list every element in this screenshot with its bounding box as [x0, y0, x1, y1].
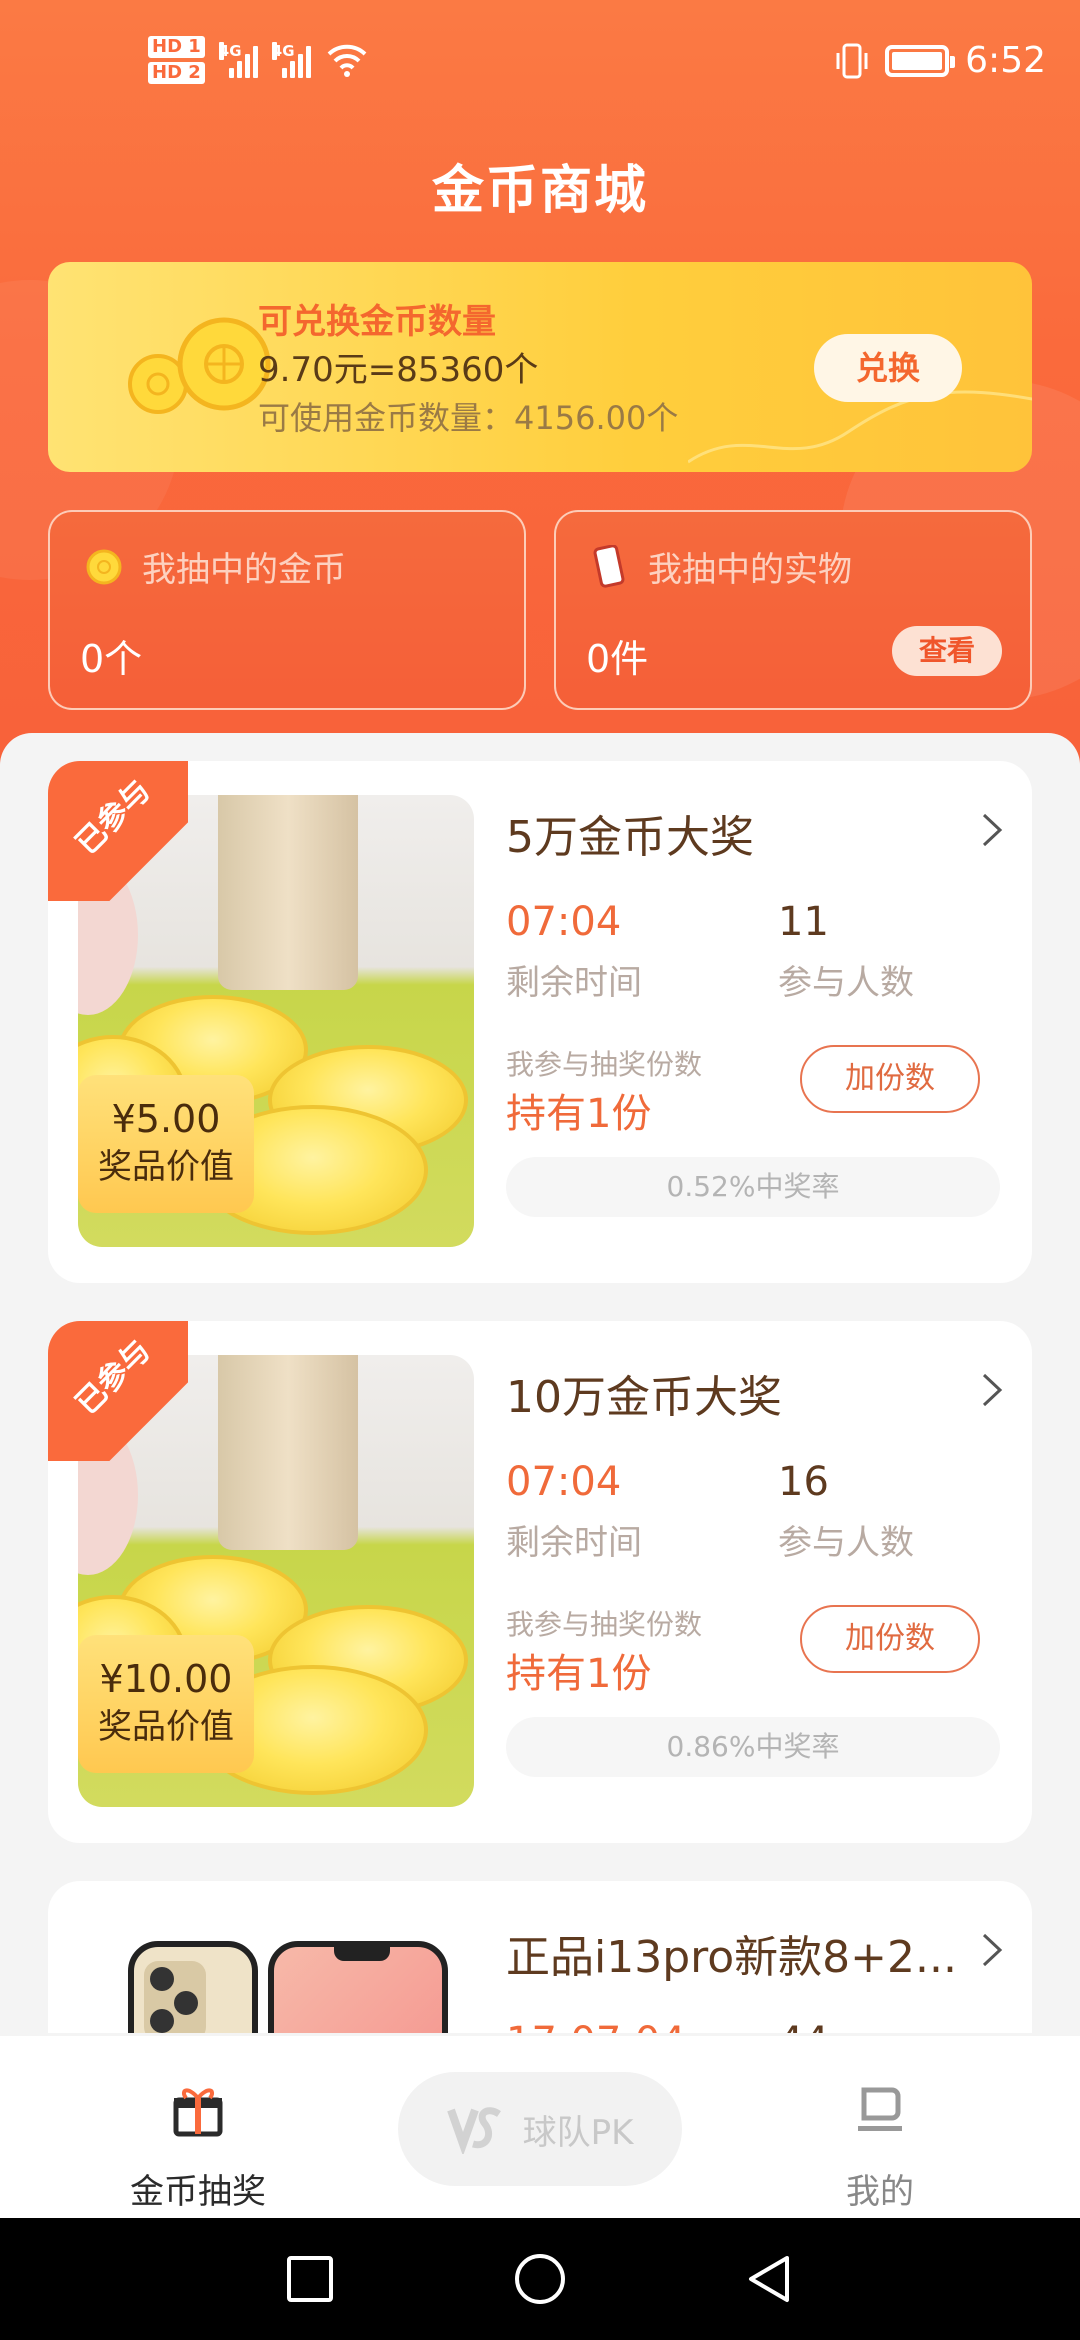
my-entries: 持有1份: [506, 1651, 652, 1697]
hd1-label: HD 1: [148, 36, 205, 58]
chevron-right-icon: [982, 813, 1003, 847]
participant-count: 44: [778, 2019, 829, 2033]
recent-apps-icon[interactable]: [283, 2252, 337, 2306]
prize-title: 正品i13pro新款8+2...: [506, 1932, 957, 1983]
add-entries-button[interactable]: 加份数: [800, 1045, 980, 1113]
tab-lottery-label: 金币抽奖: [130, 2172, 266, 2212]
tab-mine-label: 我的: [846, 2172, 914, 2212]
profile-icon: [858, 2087, 902, 2131]
signal-icon: 4G: [218, 42, 258, 78]
hero-header: HD 1 HD 2 4G 4G 6:52 金币商城 可兑换金币数量 9.70元=…: [0, 0, 1080, 780]
exchange-rate: 9.70元=85360个: [258, 350, 539, 390]
wifi-icon: [327, 42, 367, 78]
my-entries-label: 我参与抽奖份数: [506, 1608, 703, 1641]
add-entries-button[interactable]: 加份数: [800, 1605, 980, 1673]
win-rate: 0.86%中奖率: [506, 1717, 1000, 1777]
vibrate-icon: [836, 43, 868, 78]
network-label: 4G: [271, 42, 295, 60]
prize-title: 10万金币大奖: [506, 1372, 782, 1423]
my-entries-label: 我参与抽奖份数: [506, 1048, 703, 1081]
time-remaining: 07:04: [506, 1459, 622, 1505]
coin-exchange-card: 可兑换金币数量 9.70元=85360个 可使用金币数量：4156.00个 兑换: [48, 262, 1032, 472]
chevron-right-icon: [982, 1373, 1003, 1407]
prize-card[interactable]: 正品i13pro新款8+2... 17:07:04 44: [48, 1881, 1032, 2033]
time-remaining: 07:04: [506, 899, 622, 945]
participated-badge: 已参与: [48, 761, 188, 901]
tab-lottery[interactable]: 金币抽奖: [68, 2036, 328, 2218]
prize-value: ¥10.00: [99, 1657, 233, 1701]
hd2-label: HD 2: [148, 62, 205, 84]
bottom-tab-bar: 金币抽奖 球队PK 我的: [0, 2036, 1080, 2218]
prize-title: 5万金币大奖: [506, 812, 754, 863]
status-bar: HD 1 HD 2 4G 4G 6:52: [0, 0, 1080, 130]
hd-indicators: HD 1 HD 2: [148, 36, 205, 84]
participant-count: 16: [778, 1459, 829, 1505]
chevron-right-icon: [982, 1933, 1003, 1967]
coin-card-title: 可兑换金币数量: [258, 302, 496, 342]
time-remaining: 17:07:04: [506, 2019, 686, 2033]
coin-icon: [86, 549, 122, 584]
my-entries: 持有1份: [506, 1091, 652, 1137]
participant-count-label: 参与人数: [778, 1523, 914, 1563]
participated-badge: 已参与: [48, 1321, 188, 1461]
participant-count: 11: [778, 899, 829, 945]
vs-icon: [446, 2107, 501, 2154]
view-button[interactable]: 查看: [892, 626, 1002, 676]
exchange-button[interactable]: 兑换: [814, 334, 962, 402]
status-left: HD 1 HD 2 4G 4G: [148, 36, 367, 84]
prize-phone-front: [268, 1941, 448, 2033]
time-remaining-label: 剩余时间: [506, 963, 642, 1003]
won-items-header: 我抽中的实物: [592, 542, 852, 591]
prize-card[interactable]: 已参与 ¥5.00 奖品价值 5万金币大奖 07:04 剩余时间 11 参与人数…: [48, 761, 1032, 1283]
network-label: 4G: [218, 42, 242, 60]
won-coins-card[interactable]: 我抽中的金币 0个: [48, 510, 526, 710]
battery-icon: [885, 44, 956, 77]
team-pk-label: 球队PK: [522, 2112, 634, 2153]
prize-card[interactable]: 已参与 ¥10.00 奖品价值 10万金币大奖 07:04 剩余时间 16 参与…: [48, 1321, 1032, 1843]
prize-value-tag: ¥5.00 奖品价值: [78, 1075, 254, 1213]
back-icon[interactable]: [743, 2252, 797, 2306]
prize-value-tag: ¥10.00 奖品价值: [78, 1635, 254, 1773]
phone-icon: [593, 544, 625, 588]
page-title: 金币商城: [431, 161, 648, 221]
won-coins-header: 我抽中的金币: [86, 542, 346, 591]
prize-value-label: 奖品价值: [98, 1707, 234, 1747]
tab-mine[interactable]: 我的: [750, 2036, 1010, 2218]
system-nav-bar: [0, 2218, 1080, 2340]
coins-icon: [128, 317, 271, 414]
prize-shape: [218, 795, 358, 990]
win-rate: 0.52%中奖率: [506, 1157, 1000, 1217]
coin-texts: 可兑换金币数量 9.70元=85360个 可使用金币数量：4156.00个: [258, 298, 678, 442]
prize-phone-back: [128, 1941, 258, 2033]
won-items-label: 我抽中的实物: [648, 550, 852, 590]
prize-value-label: 奖品价值: [98, 1147, 234, 1187]
signal-icon: 4G: [271, 42, 311, 78]
prize-shape: [218, 1355, 358, 1550]
time-remaining-label: 剩余时间: [506, 1523, 642, 1563]
gift-icon: [173, 2088, 223, 2137]
home-icon[interactable]: [513, 2252, 567, 2306]
status-right: 6:52: [835, 40, 1046, 81]
won-coins-label: 我抽中的金币: [142, 550, 346, 590]
prize-list: 已参与 ¥5.00 奖品价值 5万金币大奖 07:04 剩余时间 11 参与人数…: [0, 733, 1080, 2033]
prize-value: ¥5.00: [111, 1097, 221, 1141]
won-items-card[interactable]: 我抽中的实物 0件 查看: [554, 510, 1032, 710]
won-coins-value: 0个: [80, 637, 143, 681]
won-items-value: 0件: [586, 637, 649, 681]
prize-image: [78, 1915, 474, 2033]
team-pk-button[interactable]: 球队PK: [398, 2072, 682, 2186]
participant-count-label: 参与人数: [778, 963, 914, 1003]
clock: 6:52: [965, 40, 1046, 81]
available-coins: 可使用金币数量：4156.00个: [258, 399, 679, 437]
